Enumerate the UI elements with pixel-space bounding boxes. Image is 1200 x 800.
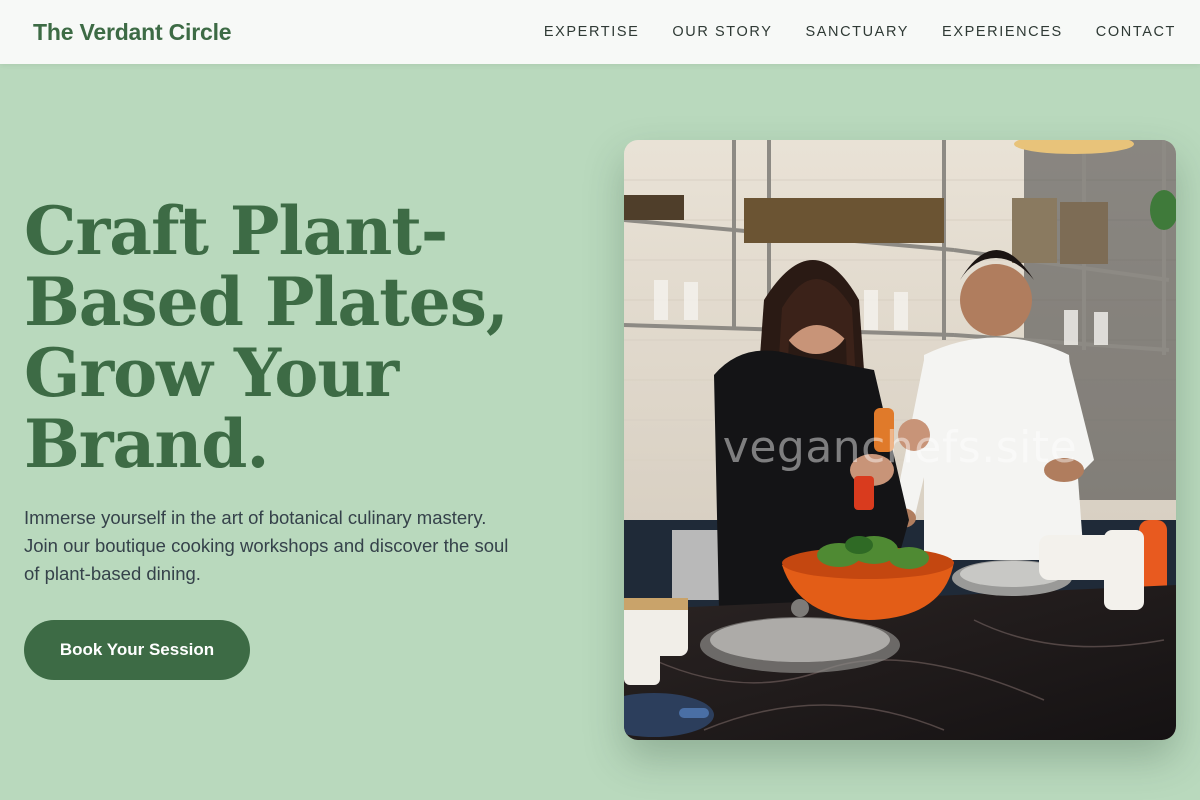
kitchen-photo-illustration <box>624 140 1176 740</box>
book-session-button[interactable]: Book Your Session <box>24 620 250 680</box>
brand-logo-text[interactable]: The Verdant Circle <box>33 19 232 46</box>
main-nav: EXPERTISE OUR STORY SANCTUARY EXPERIENCE… <box>511 24 1176 40</box>
hero-title-line-4: Brand. <box>24 405 269 483</box>
hero-subtitle: Immerse yourself in the art of botanical… <box>24 507 509 584</box>
hero-title-line-3: Grow Your <box>24 334 399 412</box>
hero-title: Craft Plant- Based Plates, Grow Your Bra… <box>24 196 544 480</box>
hero-title-line-1: Craft Plant- <box>24 192 448 270</box>
nav-link-contact[interactable]: CONTACT <box>1096 24 1176 40</box>
top-navbar: The Verdant Circle EXPERTISE OUR STORY S… <box>0 0 1200 64</box>
nav-link-our-story[interactable]: OUR STORY <box>672 24 772 40</box>
hero-copy: Craft Plant- Based Plates, Grow Your Bra… <box>24 196 544 680</box>
hero-title-line-2: Based Plates, <box>24 263 509 341</box>
nav-link-experiences[interactable]: EXPERIENCES <box>942 24 1063 40</box>
nav-link-expertise[interactable]: EXPERTISE <box>544 24 640 40</box>
nav-link-sanctuary[interactable]: SANCTUARY <box>805 24 909 40</box>
hero-photo-cooking-class: veganchefs.site <box>624 140 1176 740</box>
